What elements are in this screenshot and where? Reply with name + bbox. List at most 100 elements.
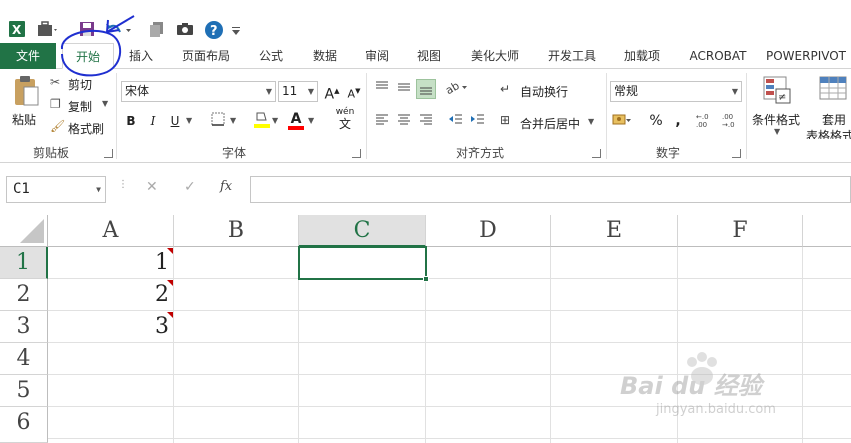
format-as-table-button[interactable]: 套用 表格格式 xyxy=(806,73,851,139)
top-align-button[interactable] xyxy=(372,79,392,99)
fill-handle[interactable] xyxy=(423,276,429,282)
conditional-formatting-button[interactable]: ≠ 条件格式 ▼ xyxy=(750,73,804,139)
align-left-icon xyxy=(376,114,388,125)
tab-formulas[interactable]: 公式 xyxy=(248,43,294,69)
font-size-select[interactable]: 11 ▼ xyxy=(278,81,318,102)
column-header-d[interactable]: D xyxy=(426,215,551,247)
camera-icon[interactable] xyxy=(175,20,195,40)
column-header-b[interactable]: B xyxy=(174,215,299,247)
chevron-down-icon: ▼ xyxy=(307,87,314,96)
copy-icon: ❐ xyxy=(50,97,61,111)
phonetic-button[interactable]: wén 文 xyxy=(330,107,360,133)
align-center-button[interactable] xyxy=(394,111,414,131)
cell-a3[interactable]: 3 xyxy=(48,311,173,343)
decrease-indent-button[interactable] xyxy=(446,111,466,131)
tab-file[interactable]: 文件 xyxy=(0,43,56,69)
briefcase-icon[interactable] xyxy=(36,20,57,40)
middle-align-button[interactable] xyxy=(394,79,414,99)
error-indicator[interactable] xyxy=(167,248,173,254)
comma-button[interactable]: , xyxy=(668,111,688,131)
active-cell-c1[interactable] xyxy=(298,246,429,282)
undo-icon[interactable] xyxy=(104,20,131,40)
chevron-down-icon[interactable]: ▼ xyxy=(230,116,236,125)
tab-review[interactable]: 审阅 xyxy=(354,43,400,69)
column-header-g[interactable] xyxy=(803,215,851,247)
ribbon-home: 粘贴 ✂ 剪切 ❐ 复制 ▼ 🖌 格式刷 剪贴板 宋体 ▼ 11 ▼ A▲ A▼… xyxy=(0,69,851,163)
tab-page-layout[interactable]: 页面布局 xyxy=(172,43,240,69)
row-header-6[interactable]: 6 xyxy=(0,407,48,443)
align-right-button[interactable] xyxy=(416,111,436,131)
formula-input[interactable] xyxy=(250,176,851,203)
svg-text:X: X xyxy=(12,23,22,37)
font-dialog-launcher[interactable] xyxy=(352,149,361,158)
fill-color-button[interactable] xyxy=(252,109,272,129)
cell-a2[interactable]: 2 xyxy=(48,279,173,311)
cell-a1[interactable]: 1 xyxy=(48,247,173,279)
accounting-format-button[interactable] xyxy=(612,111,632,131)
chevron-down-icon[interactable]: ▼ xyxy=(186,116,192,125)
select-all-button[interactable] xyxy=(0,215,48,247)
customize-icon[interactable] xyxy=(230,20,250,40)
font-color-button[interactable]: A xyxy=(286,109,306,130)
name-box[interactable]: C1 ▼ xyxy=(6,176,106,203)
chevron-down-icon: ▼ xyxy=(731,87,738,96)
copy-icon[interactable] xyxy=(148,20,168,40)
copy-button[interactable]: ❐ 复制 ▼ xyxy=(48,97,110,115)
tab-view[interactable]: 视图 xyxy=(406,43,452,69)
cut-button[interactable]: ✂ 剪切 xyxy=(48,75,108,93)
bold-button[interactable]: B xyxy=(121,111,141,131)
increase-decimal-button[interactable]: ←.0.00 xyxy=(696,111,716,131)
row-header-5[interactable]: 5 xyxy=(0,375,48,407)
save-icon[interactable] xyxy=(78,20,98,40)
merge-center-button[interactable]: ⊞ 合并后居中 ▼ xyxy=(500,113,600,133)
column-header-f[interactable]: F xyxy=(678,215,803,247)
decrease-decimal-button[interactable]: .00 →.0 xyxy=(722,111,742,131)
chevron-down-icon[interactable]: ▼ xyxy=(308,116,314,125)
grow-font-button[interactable]: A▲ xyxy=(322,81,342,103)
enter-button[interactable]: ✓ xyxy=(184,179,204,199)
tab-add-ins[interactable]: 加载项 xyxy=(614,43,670,69)
percent-button[interactable]: % xyxy=(646,111,666,131)
tab-acrobat[interactable]: ACROBAT xyxy=(680,43,756,69)
tab-insert[interactable]: 插入 xyxy=(118,43,164,69)
column-header-c[interactable]: C xyxy=(299,215,426,247)
alignment-dialog-launcher[interactable] xyxy=(592,149,601,158)
format-painter-button[interactable]: 🖌 格式刷 xyxy=(48,119,110,137)
shrink-font-button[interactable]: A▼ xyxy=(344,81,364,101)
gridline xyxy=(48,438,851,439)
row-header-1[interactable]: 1 xyxy=(0,247,48,279)
number-format-select[interactable]: 常规 ▼ xyxy=(610,81,742,102)
insert-function-button[interactable]: fx xyxy=(220,179,244,199)
wrap-text-button[interactable]: ↵ 自动换行 xyxy=(500,81,580,101)
chevron-down-icon[interactable]: ▼ xyxy=(272,116,278,125)
increase-indent-button[interactable] xyxy=(468,111,488,131)
align-left-button[interactable] xyxy=(372,111,392,131)
tab-data[interactable]: 数据 xyxy=(302,43,348,69)
row-header-2[interactable]: 2 xyxy=(0,279,48,311)
row-header-4[interactable]: 4 xyxy=(0,343,48,375)
help-icon[interactable]: ? xyxy=(204,20,224,40)
error-indicator[interactable] xyxy=(167,312,173,318)
column-header-a[interactable]: A xyxy=(48,215,174,247)
paste-button[interactable]: 粘贴 xyxy=(6,73,46,137)
column-header-e[interactable]: E xyxy=(551,215,678,247)
tab-developer[interactable]: 开发工具 xyxy=(538,43,606,69)
cancel-button[interactable]: ✕ xyxy=(146,179,166,199)
tab-beautify-master[interactable]: 美化大师 xyxy=(460,43,530,69)
tab-home[interactable]: 开始 xyxy=(62,43,114,69)
row-header-3[interactable]: 3 xyxy=(0,311,48,343)
svg-text:ab: ab xyxy=(446,79,462,95)
clipboard-dialog-launcher[interactable] xyxy=(104,149,113,158)
error-indicator[interactable] xyxy=(167,280,173,286)
orientation-button[interactable]: ab xyxy=(443,79,467,99)
bottom-align-button[interactable] xyxy=(416,79,436,99)
italic-button[interactable]: I xyxy=(143,111,163,131)
border-button[interactable] xyxy=(208,111,228,131)
font-name-select[interactable]: 宋体 ▼ xyxy=(121,81,276,102)
ribbon-tab-bar: 文件 开始 插入 页面布局 公式 数据 审阅 视图 美化大师 开发工具 加载项 … xyxy=(0,43,851,69)
quick-access-toolbar: X ? xyxy=(0,14,851,46)
number-dialog-launcher[interactable] xyxy=(732,149,741,158)
formula-bar-grip[interactable]: ⋮ xyxy=(118,180,128,197)
underline-button[interactable]: U xyxy=(165,111,185,131)
tab-powerpivot[interactable]: POWERPIVOT xyxy=(766,43,851,69)
